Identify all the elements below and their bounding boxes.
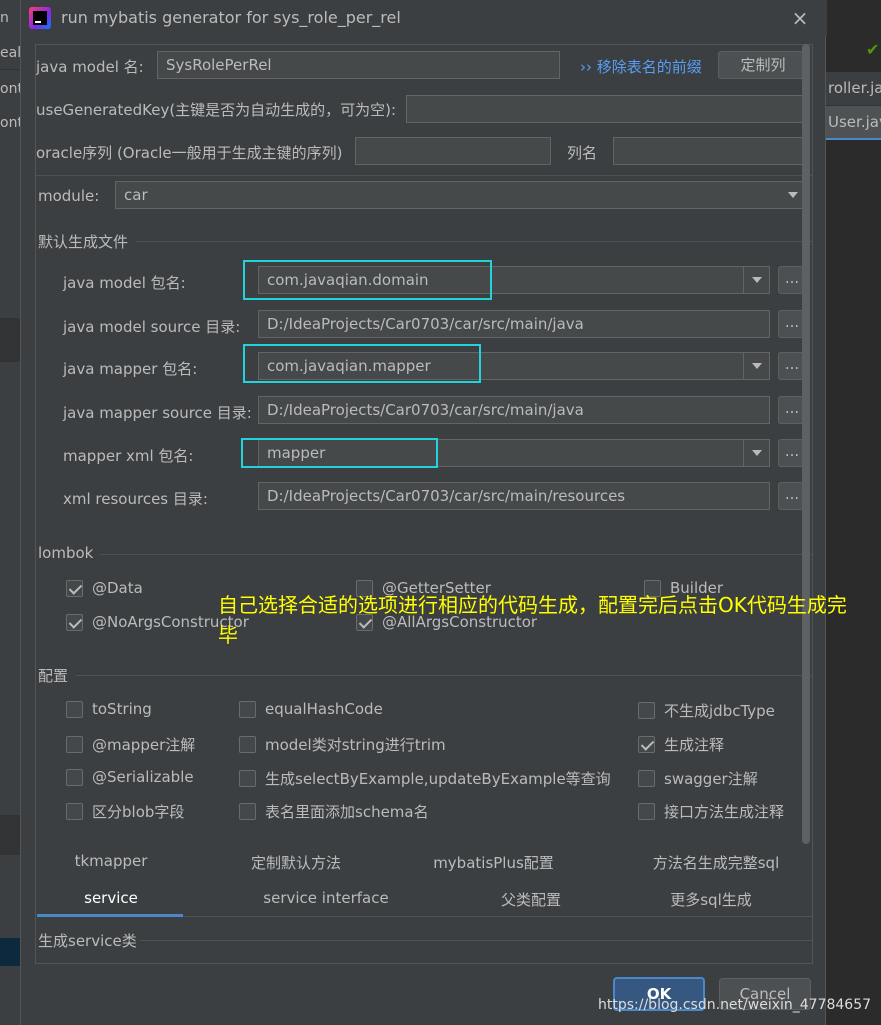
annotation-text: 自己选择合适的选项进行相应的代码生成，配置完后点击OK代码生成完毕 [218,593,847,647]
tab-custom-default-methods[interactable]: 定制默认方法 [216,852,376,873]
checkbox-checked-icon [66,613,83,631]
checkbox-empty-icon [638,803,655,820]
checkbox-empty-icon [66,803,83,820]
module-label: module: [38,187,100,205]
tab-service-interface[interactable]: service interface [236,889,416,907]
java-model-source-label: java model source 目录: [63,318,241,336]
module-select[interactable]: car [115,181,807,209]
watermark: https://blog.csdn.net/weixin_47784657 [598,997,872,1013]
oracle-sequence-label: oracle序列 (Oracle一般用于生成主键的序列) [36,144,343,162]
checkbox-empty-icon [239,803,256,820]
java-mapper-source-input[interactable]: D:/IdeaProjects/Car0703/car/src/main/jav… [258,396,770,424]
tab-more-sql[interactable]: 更多sql生成 [636,889,786,910]
generator-dialog: run mybatis generator for sys_role_per_r… [20,0,827,1025]
ide-fragment: ont [0,81,20,97]
editor-tab-active[interactable]: User.jav [826,106,881,140]
highlight-box [243,344,481,383]
config-string-trim-checkbox[interactable]: model类对string进行trim [239,734,446,755]
use-generated-key-label: useGeneratedKey(主键是否为自动生成的，可为空): [36,101,397,119]
java-model-label: java model 名: [36,58,144,76]
dialog-title: run mybatis generator for sys_role_per_r… [61,8,401,27]
config-select-by-example-checkbox[interactable]: 生成selectByExample,updateByExample等查询 [239,768,611,789]
vertical-scrollbar[interactable] [801,44,811,844]
close-icon[interactable]: × [788,6,812,30]
ide-fragment: eal [0,45,20,61]
service-section-title: 生成service类 [38,932,137,950]
ide-left-edge: n eal ont ont [0,0,20,1025]
tab-full-sql[interactable]: 方法名生成完整sql [621,852,811,873]
java-mapper-package-label: java mapper 包名: [63,360,198,378]
checkbox-empty-icon [66,768,83,786]
custom-columns-button[interactable]: 定制列 [718,51,808,79]
config-mapper-annotation-checkbox[interactable]: @mapper注解 [66,734,195,755]
java-mapper-source-label: java mapper source 目录: [63,404,252,422]
checkbox-empty-icon [638,770,655,787]
config-equalhashcode-checkbox[interactable]: equalHashCode [239,700,383,718]
ide-right-edge: ✔ roller.jav User.jav [826,0,881,1025]
ide-fragment: ont [0,115,20,131]
tab-mybatisplus[interactable]: mybatisPlus配置 [396,852,591,873]
config-schema-checkbox[interactable]: 表名里面添加schema名 [239,801,429,822]
config-title: 配置 [38,667,69,685]
xml-resources-input[interactable]: D:/IdeaProjects/Car0703/car/src/main/res… [258,482,770,510]
checkbox-checked-icon [638,736,655,753]
java-model-package-label: java model 包名: [63,274,186,292]
config-interface-comments-checkbox[interactable]: 接口方法生成注释 [638,801,784,822]
use-generated-key-input[interactable] [406,95,808,123]
vcs-check-icon: ✔ [866,40,880,59]
java-model-source-input[interactable]: D:/IdeaProjects/Car0703/car/src/main/jav… [258,310,770,338]
checkbox-empty-icon [239,700,256,718]
config-swagger-checkbox[interactable]: swagger注解 [638,768,758,789]
lombok-title: lombok [38,544,94,562]
checkbox-empty-icon [66,700,83,718]
scrollbar-thumb[interactable] [802,44,810,844]
highlight-box [243,260,492,300]
config-blob-checkbox[interactable]: 区分blob字段 [66,801,184,822]
mapper-xml-package-label: mapper xml 包名: [63,447,194,465]
tab-parent-class[interactable]: 父类配置 [466,889,596,910]
config-serializable-checkbox[interactable]: @Serializable [66,768,194,786]
chevron-down-icon[interactable] [743,353,769,379]
chevron-down-icon[interactable] [743,440,769,466]
editor-tab[interactable]: roller.jav [826,72,881,106]
checkbox-empty-icon [239,736,256,753]
xml-resources-label: xml resources 目录: [63,490,208,508]
column-name-label: 列名 [567,144,598,162]
checkbox-empty-icon [66,736,83,753]
intellij-icon [29,7,51,29]
lombok-data-checkbox[interactable]: @Data [66,579,143,597]
oracle-sequence-input[interactable] [355,137,551,165]
active-tab-indicator [37,914,183,917]
tab-tkmapper[interactable]: tkmapper [36,852,186,870]
config-comments-checkbox[interactable]: 生成注释 [638,734,724,755]
column-name-input[interactable] [613,137,808,165]
default-files-title: 默认生成文件 [38,233,129,251]
dialog-content: java model 名: SysRolePerRel ›› 移除表名的前缀 定… [35,44,813,964]
checkbox-empty-icon [638,702,655,719]
ide-fragment: n [0,10,9,26]
checkbox-empty-icon [239,770,256,787]
java-model-input[interactable]: SysRolePerRel [157,51,560,79]
tab-service[interactable]: service [36,889,186,907]
checkbox-checked-icon [66,579,83,597]
config-no-jdbctype-checkbox[interactable]: 不生成jdbcType [638,700,775,721]
highlight-box [241,438,438,468]
config-tostring-checkbox[interactable]: toString [66,700,152,718]
remove-prefix-link[interactable]: ›› 移除表名的前缀 [580,56,702,77]
dialog-titlebar: run mybatis generator for sys_role_per_r… [21,0,827,36]
chevron-down-icon[interactable] [743,267,769,293]
